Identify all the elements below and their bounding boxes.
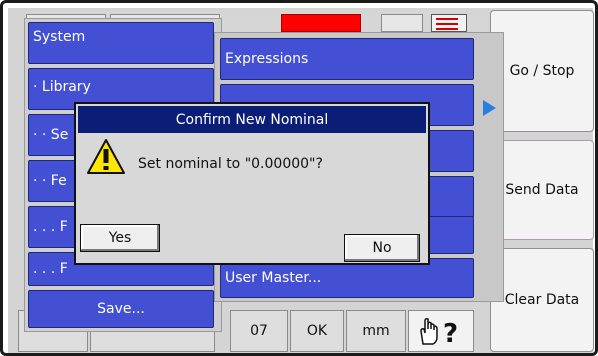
menu-item-se-label: · · Se [33,127,69,143]
menu-item-f1-label: . . . F [33,219,68,235]
confirm-dialog: Confirm New Nominal Set nominal to "0.00… [74,102,430,265]
menu-item-library-label: · Library [33,79,91,95]
menu-item-fe-label: · · Fe [33,173,67,189]
menu-item-save[interactable]: Save... [28,290,214,328]
submenu-item-expressions-label: Expressions [225,51,309,67]
ok-label: OK [306,323,328,339]
submenu-item-expressions[interactable]: Expressions [220,38,474,80]
bottom-cell-07-label: 07 [250,323,268,339]
units-mm-button[interactable]: mm [346,310,406,352]
menu-item-system[interactable]: System [28,22,214,64]
svg-text:?: ? [443,319,458,347]
clear-data-label: Clear Data [504,292,580,308]
dialog-message: Set nominal to "0.00000"? [138,156,323,172]
submenu-more-arrow-icon[interactable] [483,100,496,116]
menu-item-system-label: System [33,29,86,45]
status-field-3 [381,14,423,32]
hand-question-icon: ? [420,318,458,347]
list-lines-icon[interactable] [431,14,467,32]
no-button[interactable]: No [344,234,420,262]
warning-icon [87,139,125,174]
units-mm-label: mm [362,323,390,339]
bottom-cell-07[interactable]: 07 [230,310,288,352]
go-stop-button[interactable]: Go / Stop [490,10,594,132]
screen-canvas: Go / Stop Send Data Clear Data 07 OK mm … [8,8,594,353]
go-stop-label: Go / Stop [509,63,575,79]
dialog-title-text: Confirm New Nominal [175,111,329,128]
submenu-item-user-master-label: User Master... [225,270,322,286]
ok-button[interactable]: OK [290,310,344,352]
device-screen: Go / Stop Send Data Clear Data 07 OK mm … [0,0,598,356]
no-label: No [372,240,392,256]
red-status-indicator [281,14,361,32]
help-button[interactable]: ? [408,310,474,352]
send-data-label: Send Data [505,182,579,198]
send-data-button[interactable]: Send Data [490,140,594,240]
yes-label: Yes [108,230,132,246]
clear-data-button[interactable]: Clear Data [490,248,594,352]
dialog-title: Confirm New Nominal [78,106,426,133]
menu-item-save-label: Save... [97,301,145,317]
yes-button[interactable]: Yes [80,224,160,252]
menu-item-f2-label: . . . F [33,261,68,277]
